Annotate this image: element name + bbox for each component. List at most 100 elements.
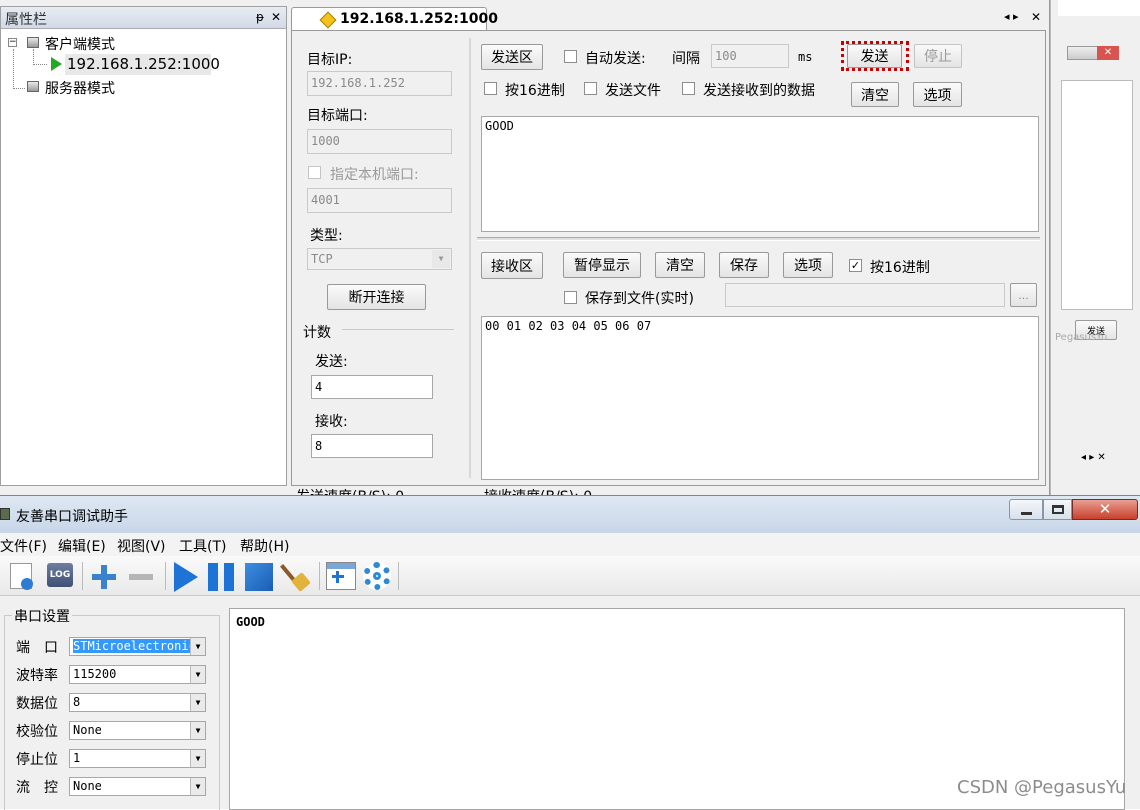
chevron-down-icon: ▼ [432,250,450,268]
tab-title: 192.168.1.252:1000 [340,11,498,27]
menu-edit[interactable]: 编辑(E) [58,536,106,556]
type-select[interactable]: TCP ▼ [307,248,452,270]
browse-button[interactable]: ... [1010,283,1037,307]
parity-select[interactable]: None ▼ [69,721,206,740]
data-bits-label: 数据位 [16,696,58,712]
interval-field[interactable]: 100 [711,44,789,68]
properties-header: 属性栏 ᵽ ✕ [1,7,286,29]
tree-line-h2 [13,88,25,89]
splitter[interactable] [469,38,471,478]
broom-icon[interactable] [280,561,312,592]
baud-select[interactable]: 115200 ▼ [69,665,206,684]
data-bits-select[interactable]: 8 ▼ [69,693,206,712]
send-hex-checkbox[interactable] [484,82,497,95]
send-recv-splitter[interactable] [477,237,1040,241]
menu-help[interactable]: 帮助(H) [240,536,289,556]
background-window: ✕ 发送 PegasusYu ◂ ▸ ✕ [1050,0,1140,495]
send-button[interactable]: 发送 [847,44,902,68]
minimize-button[interactable] [1009,499,1043,520]
baud-value: 115200 [73,667,117,681]
send-clear-button[interactable]: 清空 [851,82,899,107]
csdn-watermark: CSDN @PegasusYu [957,777,1127,798]
port-select[interactable]: STMicroelectronics ▼ [69,637,206,656]
type-value: TCP [311,252,333,266]
new-file-icon[interactable] [10,563,33,590]
serial-titlebar[interactable]: 友善串口调试助手 ✕ [0,496,1140,533]
interval-label: 间隔 [672,51,700,67]
folder-icon [27,81,39,92]
recv-area-button[interactable]: 接收区 [481,252,543,279]
recv-options-button[interactable]: 选项 [783,252,833,278]
document-tab[interactable]: 192.168.1.252:1000 [291,7,498,31]
chevron-down-icon: ▼ [190,722,205,739]
menu-file[interactable]: 文件(F) [0,536,47,556]
bg-watermark: PegasusYu [1055,332,1108,343]
serial-settings-title: 串口设置 [12,606,72,626]
disconnect-button[interactable]: 断开连接 [327,284,426,310]
flow-control-select[interactable]: None ▼ [69,777,206,796]
minus-icon[interactable] [129,574,153,580]
toolbar-separator [398,562,399,590]
bg-close-icon[interactable]: ✕ [1097,46,1119,60]
send-file-label: 发送文件 [605,83,661,99]
recv-hex-checkbox[interactable]: ✓ [849,259,862,272]
pause-display-button[interactable]: 暂停显示 [563,252,641,278]
log-icon[interactable]: LOG [47,563,73,587]
stop-bits-select[interactable]: 1 ▼ [69,749,206,768]
maximize-button[interactable] [1043,499,1072,520]
tree-line-h [33,64,47,65]
folder-icon [27,37,39,48]
local-port-checkbox[interactable] [308,166,321,179]
recv-textarea[interactable]: 00 01 02 03 04 05 06 07 [481,316,1039,480]
main-window: 属性栏 ᵽ ✕ − 客户端模式 192.168.1.252:1000 服务器模式… [0,0,1050,505]
tree-expander[interactable]: − [8,38,17,47]
recv-save-button[interactable]: 保存 [719,252,769,278]
target-port-label: 目标端口: [307,108,368,124]
toolbar-separator [82,562,83,590]
tab-close-icon[interactable]: ✕ [1031,10,1041,24]
send-hex-label: 按16进制 [505,83,565,99]
data-bits-value: 8 [73,695,81,709]
menu-view[interactable]: 视图(V) [117,536,166,556]
toolbar-separator [319,562,320,590]
gear-icon[interactable] [363,562,391,590]
send-area-button[interactable]: 发送区 [481,44,543,70]
send-textarea[interactable]: GOOD [481,116,1039,232]
bg-panel [1061,80,1133,310]
pin-icon[interactable]: ᵽ [256,10,264,24]
send-options-button[interactable]: 选项 [913,82,962,107]
save-to-file-checkbox[interactable] [564,291,577,304]
type-label: 类型: [310,228,343,244]
plus-icon[interactable] [92,565,116,589]
close-button[interactable]: ✕ [1072,499,1138,520]
bg-tab-nav[interactable]: ◂ ▸ ✕ [1081,452,1106,463]
menu-tools[interactable]: 工具(T) [179,536,226,556]
play-icon[interactable] [174,562,198,592]
close-icon[interactable]: ✕ [271,10,281,24]
tab-nav-icon[interactable]: ◂ ▸ [1004,10,1019,23]
pause-icon[interactable] [208,563,235,591]
baud-label: 波特率 [16,668,58,684]
file-path-field[interactable] [725,283,1005,307]
target-ip-field[interactable]: 192.168.1.252 [307,71,452,96]
recv-clear-button[interactable]: 清空 [655,252,705,278]
recv-hex-label: 按16进制 [870,260,930,276]
local-port-field[interactable]: 4001 [307,188,452,213]
tree-item-server[interactable]: 服务器模式 [45,78,115,98]
recv-count-field[interactable]: 8 [311,434,433,458]
send-received-checkbox[interactable] [682,82,695,95]
tree-item-client[interactable]: 客户端模式 [45,34,115,54]
app-icon [0,508,10,520]
send-file-checkbox[interactable] [584,82,597,95]
auto-send-label: 自动发送: [585,51,646,67]
auto-send-checkbox[interactable] [564,50,577,63]
chevron-down-icon: ▼ [190,750,205,767]
stop-button[interactable]: 停止 [914,44,962,68]
connection-icon [319,11,337,29]
add-window-icon[interactable] [326,562,356,590]
stop-bits-value: 1 [73,751,81,765]
sent-count-field[interactable]: 4 [311,375,433,399]
target-port-field[interactable]: 1000 [307,129,452,154]
stop-icon[interactable] [245,563,273,591]
tree-item-connection[interactable]: 192.168.1.252:1000 [67,55,220,73]
